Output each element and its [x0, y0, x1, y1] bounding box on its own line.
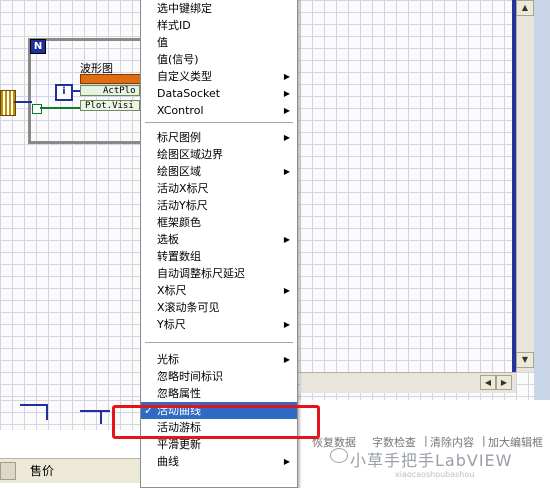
menu-item[interactable]: 自定义类型 ▶ [141, 68, 297, 85]
menu-item-label: X滚动条可见 [157, 301, 220, 314]
menu-item-label: 自动调整标尺延迟 [157, 267, 245, 280]
green-wire [40, 107, 80, 109]
menu-item-label: 选中键绑定 [157, 2, 212, 15]
menu-item-label: 绘图区域 [157, 165, 201, 178]
structure-count-terminal[interactable]: N [30, 39, 46, 54]
menu-item-label: 样式ID [157, 19, 191, 32]
menu-item[interactable]: 选中键绑定 [141, 0, 297, 17]
scroll-up-button[interactable]: ▲ [516, 0, 534, 16]
menu-separator [145, 122, 293, 124]
iteration-terminal[interactable]: i [55, 84, 73, 101]
menu-separator [145, 342, 293, 344]
menu-item[interactable]: 绘图区域 ▶ [141, 163, 297, 180]
status-bar [0, 458, 140, 483]
menu-item-label: 光标 [157, 353, 179, 366]
submenu-arrow-icon: ▶ [283, 320, 290, 329]
scroll-down-button[interactable]: ▼ [516, 352, 534, 368]
menu-item[interactable]: 曲线 ▶ [141, 453, 297, 470]
menu-item-label: Y标尺 [157, 318, 186, 331]
submenu-arrow-icon: ▶ [283, 235, 290, 244]
toolbar-separator-2: | [482, 434, 486, 447]
menu-item[interactable]: 光标 ▶ [141, 351, 297, 368]
scroll-left-button[interactable]: ◀ [480, 375, 496, 390]
menu-item-label: X标尺 [157, 284, 187, 297]
menu-item[interactable]: 框架颜色 [141, 214, 297, 231]
menu-item-label: 值 [157, 36, 168, 49]
property-active-plot-text: ActPlo [103, 86, 136, 96]
menu-item-label: 框架颜色 [157, 216, 201, 229]
menu-item-label: 值(信号) [157, 53, 199, 66]
waveform-property-node-header[interactable] [80, 74, 142, 84]
watermark-subtext: xiaocaoshoubashou [395, 470, 475, 479]
menu-item-label: 标尺图例 [157, 131, 201, 144]
menu-item-label: DataSocket [157, 87, 221, 100]
property-plot-visible-text: Plot.Visi [85, 101, 134, 111]
menu-item[interactable]: X滚动条可见 [141, 299, 297, 316]
menu-item-label: 自定义类型 [157, 70, 212, 83]
menu-item[interactable]: 选板 ▶ [141, 231, 297, 248]
submenu-arrow-icon: ▶ [283, 355, 290, 364]
array-terminal[interactable] [0, 90, 16, 116]
menu-item-label: 曲线 [157, 455, 179, 468]
submenu-arrow-icon: ▶ [283, 133, 290, 142]
property-plot-visible[interactable]: Plot.Visi [80, 100, 140, 111]
menu-item-label: 忽略时间标识 [157, 370, 223, 383]
scroll-right-button[interactable]: ▶ [496, 375, 512, 390]
menu-item[interactable]: 忽略时间标识 [141, 368, 297, 385]
menu-item[interactable]: 忽略属性 [141, 385, 297, 402]
menu-item[interactable]: 活动Y标尺 [141, 197, 297, 214]
submenu-arrow-icon: ▶ [283, 457, 290, 466]
menu-item[interactable]: 值 [141, 34, 297, 51]
status-tab[interactable] [0, 462, 16, 480]
price-label: 售价 [30, 464, 55, 478]
right-edge-panel [534, 0, 550, 400]
lower-wire-2 [46, 404, 48, 420]
tunnel-terminal[interactable] [32, 104, 42, 114]
submenu-arrow-icon: ▶ [283, 167, 290, 176]
menu-item[interactable]: 自动调整标尺延迟 [141, 265, 297, 282]
menu-item-label: 选板 [157, 233, 179, 246]
menu-item[interactable]: X标尺 ▶ [141, 282, 297, 299]
menu-item[interactable]: DataSocket ▶ [141, 85, 297, 102]
vertical-scrollbar[interactable] [516, 0, 535, 372]
wechat-icon [330, 448, 348, 463]
menu-item-label: 忽略属性 [157, 387, 201, 400]
lower-wire-1 [20, 404, 46, 406]
array-wire [14, 101, 32, 103]
menu-item[interactable]: 样式ID [141, 17, 297, 34]
submenu-arrow-icon: ▶ [283, 89, 290, 98]
menu-item-label: XControl [157, 104, 204, 117]
menu-item[interactable]: 转置数组 [141, 248, 297, 265]
submenu-arrow-icon: ▶ [283, 72, 290, 81]
menu-item[interactable]: XControl ▶ [141, 102, 297, 119]
lower-wire-4 [100, 410, 102, 424]
menu-item[interactable]: 绘图区域边界 [141, 146, 297, 163]
submenu-arrow-icon: ▶ [283, 286, 290, 295]
menu-item-label: 绘图区域边界 [157, 148, 223, 161]
highlight-callout [112, 405, 320, 439]
menu-item-label: 活动Y标尺 [157, 199, 208, 212]
watermark-text: 小草手把手LabVIEW [350, 451, 513, 470]
index-wire [71, 90, 80, 92]
menu-item[interactable]: 标尺图例 ▶ [141, 129, 297, 146]
submenu-arrow-icon: ▶ [283, 106, 290, 115]
menu-item-label: 转置数组 [157, 250, 201, 263]
menu-item[interactable]: 值(信号) [141, 51, 297, 68]
menu-item-label: 平滑更新 [157, 438, 201, 451]
menu-item-label: 活动X标尺 [157, 182, 209, 195]
menu-item[interactable]: Y标尺 ▶ [141, 316, 297, 333]
lower-wire-3 [80, 410, 110, 412]
menu-item[interactable]: 活动X标尺 [141, 180, 297, 197]
toolbar-separator: | [424, 434, 428, 447]
property-active-plot[interactable]: ActPlo [80, 85, 140, 96]
